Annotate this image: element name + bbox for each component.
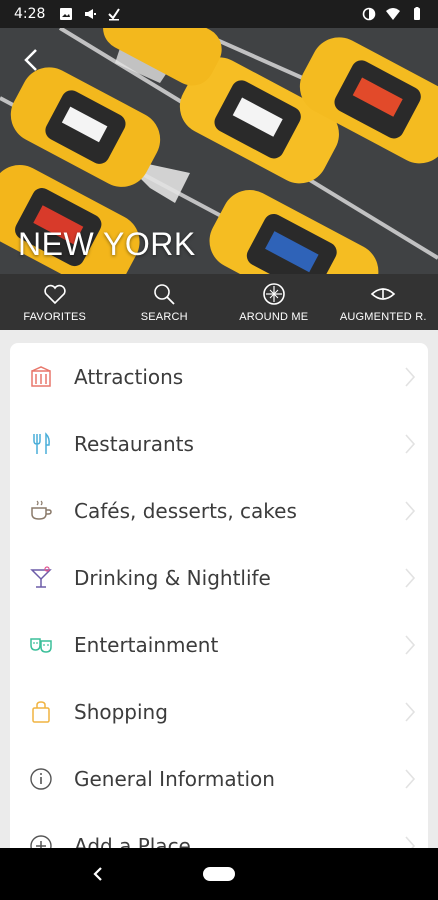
tab-label: FAVORITES bbox=[23, 311, 87, 323]
theater-masks-icon bbox=[30, 637, 52, 653]
tab-search[interactable]: SEARCH bbox=[110, 274, 220, 330]
eye-icon bbox=[371, 288, 396, 300]
image-icon bbox=[60, 8, 73, 20]
list-item-drinking-nightlife[interactable]: Drinking & Nightlife bbox=[10, 544, 428, 611]
list-item-entertainment[interactable]: Entertainment bbox=[10, 611, 428, 678]
list-item-cafes[interactable]: Cafés, desserts, cakes bbox=[10, 477, 428, 544]
system-nav-bar bbox=[0, 848, 438, 900]
list-item-label: Entertainment bbox=[74, 632, 219, 657]
city-title: NEW YORK bbox=[18, 226, 196, 262]
search-icon bbox=[154, 284, 175, 305]
list-item-label: Restaurants bbox=[74, 431, 194, 456]
chevron-right-icon bbox=[405, 366, 416, 387]
status-bar: 4:28 bbox=[0, 0, 438, 28]
cocktail-icon bbox=[30, 565, 52, 588]
list-item-label: General Information bbox=[74, 766, 275, 791]
chevron-right-icon bbox=[405, 567, 416, 588]
list-item-label: Drinking & Nightlife bbox=[74, 565, 271, 590]
list-item-label: Shopping bbox=[74, 699, 168, 724]
list-item-shopping[interactable]: Shopping bbox=[10, 678, 428, 745]
list-item-label: Cafés, desserts, cakes bbox=[74, 498, 297, 523]
tab-label: SEARCH bbox=[140, 311, 188, 323]
list-item-attractions[interactable]: Attractions bbox=[10, 343, 428, 410]
shopping-bag-icon bbox=[32, 700, 50, 723]
heart-icon bbox=[44, 284, 66, 305]
tab-favorites[interactable]: FAVORITES bbox=[0, 274, 110, 330]
info-icon bbox=[30, 767, 52, 790]
chevron-right-icon bbox=[405, 701, 416, 722]
building-icon bbox=[31, 365, 51, 387]
home-button[interactable] bbox=[203, 867, 235, 881]
tab-label: AROUND ME bbox=[239, 311, 309, 323]
chevron-right-icon bbox=[405, 634, 416, 655]
status-time: 4:28 bbox=[14, 6, 46, 22]
hero-banner: NEW YORK bbox=[0, 28, 438, 274]
download-icon bbox=[108, 8, 121, 21]
tab-bar: FAVORITES SEARCH AROUND ME AUGMENTED R. bbox=[0, 274, 438, 330]
megaphone-icon bbox=[85, 9, 97, 19]
wifi-icon bbox=[386, 8, 400, 20]
back-icon[interactable] bbox=[88, 862, 108, 886]
chevron-left-icon[interactable] bbox=[18, 46, 46, 74]
list-item-general-information[interactable]: General Information bbox=[10, 745, 428, 812]
list-item-label: Attractions bbox=[74, 364, 184, 389]
compass-icon bbox=[262, 283, 285, 305]
tab-augmented-reality[interactable]: AUGMENTED R. bbox=[329, 274, 438, 330]
category-list: Attractions Restaurants Cafés, desserts,… bbox=[10, 343, 428, 900]
chevron-right-icon bbox=[405, 433, 416, 454]
battery-icon bbox=[414, 7, 420, 20]
chevron-right-icon bbox=[405, 768, 416, 789]
chevron-right-icon bbox=[405, 500, 416, 521]
coffee-cup-icon bbox=[31, 500, 52, 520]
list-item-restaurants[interactable]: Restaurants bbox=[10, 410, 428, 477]
tab-label: AUGMENTED R. bbox=[339, 311, 427, 323]
fork-knife-icon bbox=[33, 431, 50, 454]
tab-around-me[interactable]: AROUND ME bbox=[219, 274, 329, 330]
data-saver-icon bbox=[362, 7, 376, 21]
